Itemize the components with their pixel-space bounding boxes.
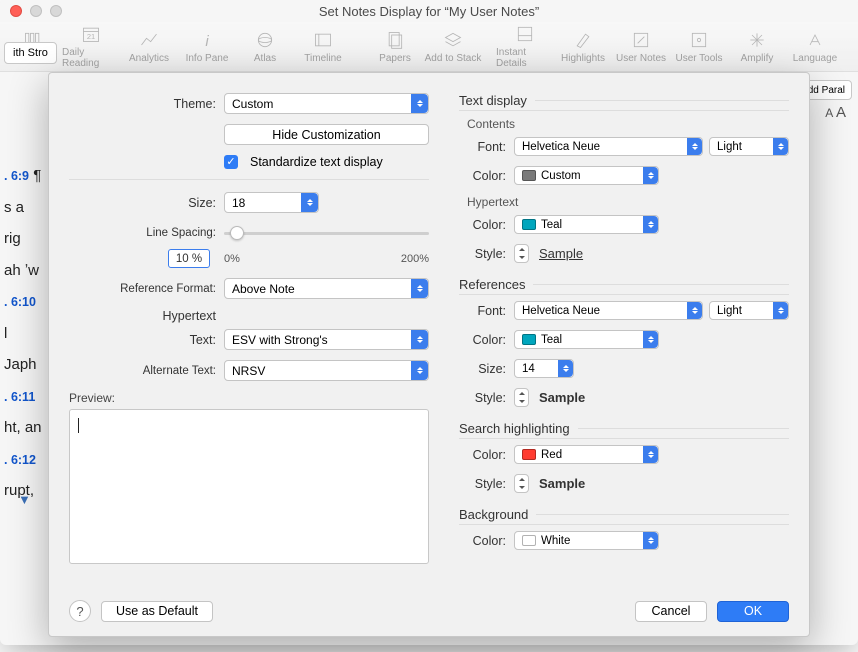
contents-color-select[interactable]: Custom [514,166,659,185]
settings-sheet: Theme: Custom Hide Customization Standar… [48,72,810,637]
ok-button[interactable]: OK [717,601,789,622]
hide-customization-button[interactable]: Hide Customization [224,124,429,145]
toolbar-daily-reading[interactable]: 21Daily Reading [62,24,120,69]
preview-box[interactable] [69,409,429,564]
bg-color-select[interactable]: White [514,531,659,550]
svg-text:i: i [205,32,209,49]
ref-weight-select[interactable]: Light [709,301,789,320]
toolbar-info-pane[interactable]: iInfo Pane [178,30,236,64]
line-spacing-slider[interactable] [224,223,429,243]
hypertext-color-select[interactable]: Teal [514,215,659,234]
right-column: Text display Contents Font: Helvetica Ne… [459,93,789,590]
standardize-label: Standardize text display [250,155,383,169]
use-as-default-button[interactable]: Use as Default [101,601,213,622]
preview-label: Preview: [69,391,429,405]
alt-text-select[interactable]: NRSV [224,360,429,381]
text-select[interactable]: ESV with Strong's [224,329,429,350]
window-title: Set Notes Display for “My User Notes” [0,4,858,19]
help-button[interactable]: ? [69,600,91,622]
background-head: Background [459,507,789,525]
toolbar-highlights[interactable]: Highlights [554,30,612,64]
references-head: References [459,277,789,295]
hypertext-sample: Sample [539,246,583,261]
search-style-stepper[interactable] [514,474,529,493]
ref-color-select[interactable]: Teal [514,330,659,349]
ref-format-select[interactable]: Above Note [224,278,429,299]
toolbar: Library 21Daily Reading Analytics iInfo … [0,22,858,72]
standardize-checkbox[interactable] [224,155,238,169]
size-label: Size: [69,196,224,210]
toolbar-amplify[interactable]: Amplify [728,30,786,64]
toolbar-user-notes[interactable]: User Notes [612,30,670,64]
hypertext-head: Hypertext [69,309,224,323]
theme-label: Theme: [69,97,224,111]
ref-size-select[interactable]: 14 [514,359,574,378]
window: Set Notes Display for “My User Notes” Li… [0,0,858,645]
toolbar-atlas[interactable]: Atlas [236,30,294,64]
titlebar: Set Notes Display for “My User Notes” [0,0,858,22]
hypertext-style-stepper[interactable] [514,244,529,263]
size-select[interactable]: 18 [224,192,319,213]
toolbar-papers[interactable]: Papers [366,30,424,64]
ref-sample: Sample [539,390,585,405]
disclosure-icon: ▼ [18,492,31,507]
bg-text-size-icons: A A [825,104,846,121]
left-column: Theme: Custom Hide Customization Standar… [69,93,429,590]
theme-select[interactable]: Custom [224,93,429,114]
toolbar-analytics[interactable]: Analytics [120,30,178,64]
toolbar-instant-details[interactable]: Instant Details [496,24,554,69]
ref-format-label: Reference Format: [69,283,224,295]
search-sample: Sample [539,476,585,491]
text-label: Text: [69,333,224,347]
line-spacing-label: Line Spacing: [69,227,224,239]
bg-tab: ith Stro [4,42,57,64]
ref-font-select[interactable]: Helvetica Neue [514,301,703,320]
svg-text:21: 21 [87,32,95,41]
toolbar-language[interactable]: Language [786,30,844,64]
hypertext-sub: Hypertext [467,195,789,209]
text-display-head: Text display [459,93,789,111]
sheet-footer: ? Use as Default Cancel OK [69,590,789,622]
ref-style-stepper[interactable] [514,388,529,407]
contents-weight-select[interactable]: Light [709,137,789,156]
search-color-select[interactable]: Red [514,445,659,464]
contents-font-select[interactable]: Helvetica Neue [514,137,703,156]
toolbar-user-tools[interactable]: User Tools [670,30,728,64]
alt-text-label: Alternate Text: [69,365,224,377]
toolbar-timeline[interactable]: Timeline [294,30,352,64]
contents-sub: Contents [467,117,789,131]
search-head: Search highlighting [459,421,789,439]
cancel-button[interactable]: Cancel [635,601,707,622]
bg-text-content: . 6:9 ¶s a rigah ʼw. 6:10 l Japh. 6:11 h… [4,160,44,507]
line-spacing-input[interactable]: 10 % [168,249,210,268]
toolbar-add-to-stack[interactable]: Add to Stack [424,30,482,64]
